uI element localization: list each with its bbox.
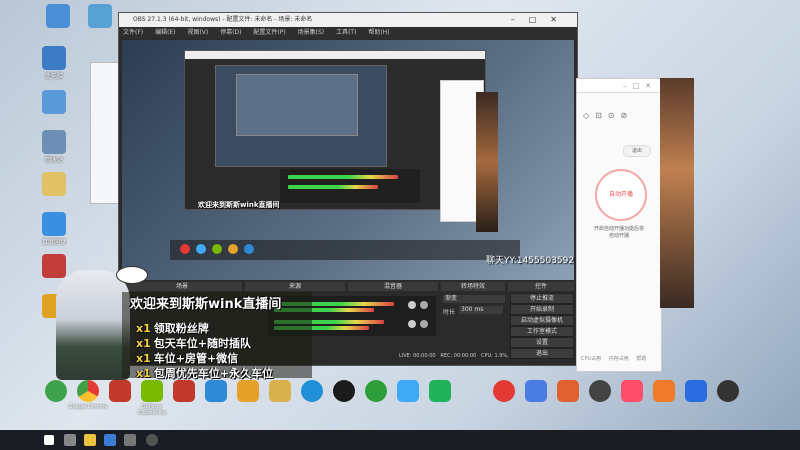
panel-sources-header: 来源	[245, 282, 345, 291]
banner-item-4: x1 包周优先车位+永久车位	[136, 367, 273, 380]
desktop-icon-folder[interactable]	[32, 172, 76, 197]
menu-edit[interactable]: 编辑(E)	[155, 29, 175, 36]
preview-right-art	[476, 92, 498, 232]
obs-title-bar[interactable]: OBS 27.1.3 (64-bit, windows) - 配置文件: 未命名…	[119, 13, 577, 27]
desktop-icon-netdisk[interactable]: 百度网盘	[32, 212, 76, 246]
nested-preview	[215, 65, 387, 167]
speaker-icon-2[interactable]	[408, 320, 416, 328]
desktop-icon-app[interactable]	[78, 4, 122, 29]
duration-label: 时长	[443, 309, 456, 316]
right-window-toolbar-icons[interactable]: ◇⊡⊙⊘	[583, 111, 633, 120]
desktop-icon-this-pc[interactable]: 此电脑	[32, 46, 76, 80]
right-window-titlebar[interactable]: –□✕	[577, 79, 661, 93]
panel-controls-header: 控件	[508, 282, 574, 291]
nested-mixer	[280, 169, 420, 203]
start-virtual-camera-button[interactable]: 启动虚拟摄像机	[510, 315, 574, 326]
duration-input[interactable]: 300 ms	[459, 306, 503, 314]
settings-button[interactable]: 设置	[510, 337, 574, 348]
taskbar-obs-icon[interactable]	[146, 434, 158, 446]
panel-transition-header: 转场特效	[441, 282, 505, 291]
status-rec: REC: 00:00:00	[440, 353, 477, 359]
obs-menu-bar: 文件(F) 编辑(E) 视图(V) 停靠(D) 配置文件(P) 场景集(S) 工…	[119, 27, 577, 39]
menu-scene-collection[interactable]: 场景集(S)	[298, 29, 325, 36]
taskbar-app-2[interactable]	[104, 434, 116, 446]
banner-title: 欢迎来到斯斯wink直播间	[130, 297, 282, 312]
nested-preview-inner	[236, 74, 358, 136]
obs-preview[interactable]: 欢迎来到斯斯wink直播间	[122, 40, 574, 280]
transition-select[interactable]: 渐变	[443, 295, 505, 303]
right-window-text: 开启自动开播功能后将 自动开播	[593, 226, 644, 239]
banner-item-1: x1 领取粉丝牌	[136, 322, 209, 335]
desktop-icon-recycle-bin[interactable]: 回收站	[32, 130, 76, 164]
preview-watermark: 聊天YY:1455503592	[486, 256, 575, 266]
stop-streaming-button[interactable]: 停止推流	[510, 293, 574, 304]
menu-profile[interactable]: 配置文件(P)	[253, 29, 285, 36]
right-background-art	[660, 78, 694, 308]
desktop-icon-2[interactable]	[32, 90, 76, 115]
app-icon-12[interactable]	[420, 380, 460, 404]
taskbar-app-3[interactable]	[124, 434, 136, 446]
right-app-window[interactable]: –□✕ ◇⊡⊙⊘ 退出 自动开播 开启自动开播功能后将 自动开播 CPU占用 内…	[576, 78, 662, 372]
windows-start-icon[interactable]	[44, 435, 54, 445]
menu-help[interactable]: 帮助(H)	[368, 29, 389, 36]
menu-file[interactable]: 文件(F)	[123, 29, 143, 36]
menu-dock[interactable]: 停靠(D)	[220, 29, 241, 36]
gear-icon-2[interactable]	[420, 320, 428, 328]
status-live: LIVE: 00:00:00	[399, 353, 436, 359]
anime-avatar	[56, 270, 130, 380]
window-controls[interactable]: –□✕	[511, 13, 571, 27]
panel-scenes-header: 场景	[122, 282, 242, 291]
search-icon[interactable]	[64, 434, 76, 446]
preview-banner-mini: 欢迎来到斯斯wink直播间	[198, 201, 280, 209]
app-icon-20[interactable]	[708, 380, 748, 404]
taskbar	[0, 430, 800, 450]
speech-bubble	[116, 266, 148, 284]
gear-icon[interactable]	[420, 301, 428, 309]
obs-title: OBS 27.1.3 (64-bit, windows) - 配置文件: 未命名…	[133, 16, 313, 23]
right-window-footer: CPU占用 内存占用 帮助	[581, 356, 647, 362]
speaker-icon[interactable]	[408, 301, 416, 309]
nested-title-bar	[185, 51, 485, 59]
studio-mode-button[interactable]: 工作室模式	[510, 326, 574, 337]
banner-item-3: x1 车位+房管+微信	[136, 352, 239, 365]
panel-mixer-header: 混音器	[348, 282, 438, 291]
auto-stream-button[interactable]: 自动开播	[595, 169, 647, 221]
right-window-exit-button[interactable]: 退出	[623, 145, 651, 157]
preview-icon-row	[170, 240, 520, 260]
menu-view[interactable]: 视图(V)	[187, 29, 208, 36]
banner-item-2: x1 包天车位+随时插队	[136, 337, 251, 350]
menu-tools[interactable]: 工具(T)	[336, 29, 356, 36]
start-recording-button[interactable]: 开始录制	[510, 304, 574, 315]
exit-button[interactable]: 退出	[510, 348, 574, 359]
desktop-icon-0[interactable]	[36, 4, 80, 29]
taskbar-app-1[interactable]	[84, 434, 96, 446]
